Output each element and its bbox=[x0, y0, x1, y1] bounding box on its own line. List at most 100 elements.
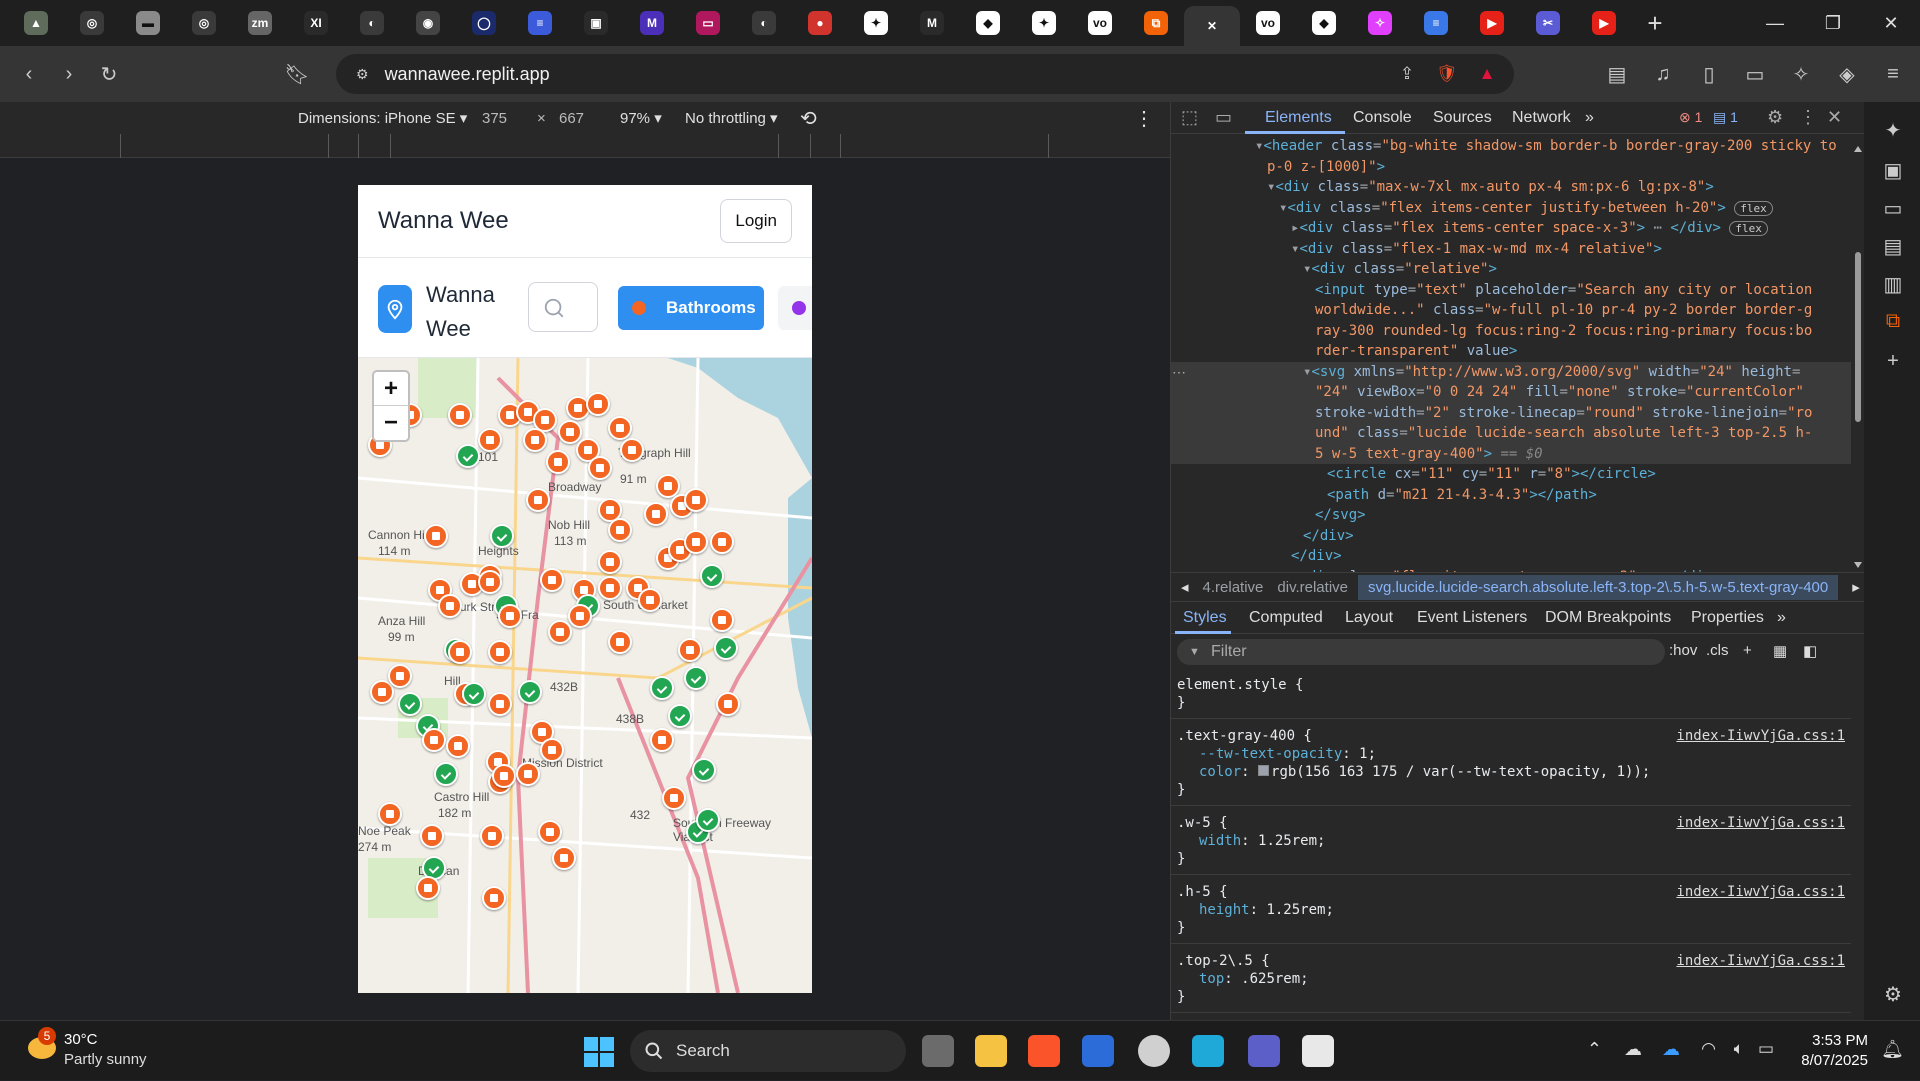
bathroom-marker[interactable] bbox=[684, 488, 708, 512]
browser-tab[interactable]: XI bbox=[288, 0, 344, 46]
talk-icon[interactable]: ▣ bbox=[1880, 158, 1906, 184]
dom-node-line[interactable]: und" class="lucide lucide-search absolut… bbox=[1171, 423, 1851, 444]
bathroom-marker[interactable] bbox=[588, 456, 612, 480]
zoom-select[interactable]: 97% ▾ bbox=[620, 109, 662, 127]
hover-state-toggle[interactable]: :hov bbox=[1669, 642, 1697, 659]
brave-icon[interactable] bbox=[1028, 1035, 1060, 1067]
add-panel-icon[interactable]: + bbox=[1880, 350, 1906, 376]
verified-marker[interactable] bbox=[714, 636, 738, 660]
vpn-icon[interactable]: ◈ bbox=[1828, 55, 1866, 93]
bathroom-marker[interactable] bbox=[662, 786, 686, 810]
bathroom-marker[interactable] bbox=[608, 416, 632, 440]
browser-tab[interactable]: zm bbox=[232, 0, 288, 46]
leo-icon[interactable]: ✧ bbox=[1782, 55, 1820, 93]
dom-node-line[interactable]: p-0 z-[1000]"> bbox=[1171, 157, 1851, 178]
more-tabs-icon[interactable]: » bbox=[1585, 109, 1594, 127]
task-view-icon[interactable] bbox=[922, 1035, 954, 1067]
cloud-icon[interactable]: ☁ bbox=[1624, 1039, 1642, 1060]
css-source-link[interactable]: index-IiwvYjGa.css:1 bbox=[1676, 883, 1845, 901]
tab-computed[interactable]: Computed bbox=[1249, 609, 1323, 627]
bathroom-marker[interactable] bbox=[446, 734, 470, 758]
tab-dom-breakpoints[interactable]: DOM Breakpoints bbox=[1545, 609, 1671, 627]
bathroom-marker[interactable] bbox=[638, 588, 662, 612]
bathroom-marker[interactable] bbox=[598, 550, 622, 574]
bathroom-marker[interactable] bbox=[523, 428, 547, 452]
clock[interactable]: 3:53 PM 8/07/2025 bbox=[1801, 1031, 1868, 1071]
bathroom-marker[interactable] bbox=[488, 640, 512, 664]
dom-node-line[interactable]: ▾<div class="relative"> bbox=[1171, 259, 1851, 280]
panel-settings-icon[interactable]: ⚙ bbox=[1880, 982, 1906, 1008]
browser-tab[interactable]: ▭ bbox=[680, 0, 736, 46]
close-devtools-icon[interactable]: ✕ bbox=[1827, 107, 1842, 128]
wifi-icon[interactable]: ◠ bbox=[1701, 1039, 1716, 1059]
css-declaration[interactable]: color: rgb(156 163 175 / var(--tw-text-o… bbox=[1177, 763, 1845, 781]
css-rule[interactable]: .top-2\.5 {index-IiwvYjGa.css:1 top: .625… bbox=[1171, 944, 1851, 1013]
devtools-menu-icon[interactable]: ⋮ bbox=[1799, 107, 1817, 128]
browser-tab[interactable]: ◎ bbox=[64, 0, 120, 46]
bathroom-marker[interactable] bbox=[438, 594, 462, 618]
category-next-button[interactable] bbox=[778, 286, 812, 330]
bathroom-marker[interactable] bbox=[478, 428, 502, 452]
css-rule[interactable]: .left-3 {index-IiwvYjGa.css:1 bbox=[1171, 1013, 1851, 1020]
browser-tab[interactable]: ▶ bbox=[1464, 0, 1520, 46]
reload-icon[interactable]: ↻ bbox=[90, 55, 128, 93]
browser-tab[interactable]: ◯ bbox=[456, 0, 512, 46]
file-explorer-icon[interactable] bbox=[975, 1035, 1007, 1067]
dom-node-line[interactable]: ▾<svg xmlns="http://www.w3.org/2000/svg"… bbox=[1171, 361, 1851, 382]
dom-node-line[interactable]: </div> bbox=[1171, 546, 1851, 567]
breadcrumb-current[interactable]: svg.lucide.lucide-search.absolute.left-3… bbox=[1358, 574, 1839, 600]
category-bathrooms-button[interactable]: Bathrooms bbox=[618, 286, 764, 330]
login-button[interactable]: Login bbox=[720, 199, 792, 243]
dom-node-line[interactable]: ▾<div class="max-w-7xl mx-auto px-4 sm:p… bbox=[1171, 177, 1851, 198]
bathroom-marker[interactable] bbox=[538, 820, 562, 844]
error-badge[interactable]: ⊗ 1 bbox=[1679, 109, 1702, 126]
device-dimensions-select[interactable]: Dimensions: iPhone SE ▾ bbox=[298, 109, 467, 127]
breadcrumb-back-icon[interactable]: ◂ bbox=[1181, 578, 1189, 596]
dom-node-line[interactable]: </div> bbox=[1171, 526, 1851, 547]
bathroom-marker[interactable] bbox=[516, 762, 540, 786]
more-styles-tabs-icon[interactable]: » bbox=[1777, 609, 1786, 627]
bathroom-marker[interactable] bbox=[378, 802, 402, 826]
browser-tab[interactable]: ▬ bbox=[120, 0, 176, 46]
tab-network[interactable]: Network bbox=[1512, 109, 1571, 127]
minimize-icon[interactable]: — bbox=[1746, 0, 1804, 46]
dom-node-line[interactable]: ray-300 rounded-lg focus:ring-2 focus:ri… bbox=[1171, 321, 1851, 342]
browser-tab[interactable]: ◐ bbox=[736, 0, 792, 46]
brave-shield-icon[interactable]: 🛡︎ bbox=[1434, 61, 1460, 87]
bathroom-marker[interactable] bbox=[448, 403, 472, 427]
store-icon[interactable] bbox=[1082, 1035, 1114, 1067]
address-bar[interactable]: ⚙ wannawee.replit.app ⇪ 🛡︎ ▲ bbox=[336, 54, 1514, 94]
site-settings-icon[interactable]: ⚙ bbox=[356, 66, 369, 83]
bathroom-marker[interactable] bbox=[498, 604, 522, 628]
back-icon[interactable]: ‹ bbox=[10, 55, 48, 93]
throttling-select[interactable]: No throttling ▾ bbox=[685, 109, 778, 127]
browser-tab[interactable]: ✕ bbox=[1184, 6, 1240, 46]
new-rule-icon[interactable]: + bbox=[1743, 642, 1752, 659]
bathroom-marker[interactable] bbox=[480, 824, 504, 848]
browser-tab[interactable]: ▲ bbox=[8, 0, 64, 46]
map[interactable]: Cannon Hill 114 m Nob Hill 113 m Broadway Anz… bbox=[358, 358, 812, 993]
notification-icon[interactable]: 🔔︎ bbox=[1881, 1039, 1904, 1060]
browser-tab[interactable]: ✦ bbox=[1016, 0, 1072, 46]
browser-tab[interactable]: vo bbox=[1240, 0, 1296, 46]
brave-rewards-icon[interactable]: ▲ bbox=[1474, 61, 1500, 87]
bathroom-marker[interactable] bbox=[644, 502, 668, 526]
browser-tab[interactable]: M bbox=[624, 0, 680, 46]
dom-node-line[interactable]: ▾<header class="bg-white shadow-sm borde… bbox=[1171, 136, 1851, 157]
verified-marker[interactable] bbox=[518, 680, 542, 704]
device-toggle-icon[interactable]: ▭ bbox=[1215, 107, 1232, 128]
bathroom-marker[interactable] bbox=[388, 664, 412, 688]
breadcrumb-item[interactable]: 4.relative bbox=[1203, 579, 1264, 596]
reading-list-icon[interactable]: ▤ bbox=[1880, 234, 1906, 260]
dom-node-line[interactable]: worldwide..." class="w-full pl-10 pr-4 p… bbox=[1171, 300, 1851, 321]
bathroom-marker[interactable] bbox=[710, 530, 734, 554]
tab-console[interactable]: Console bbox=[1353, 109, 1412, 127]
battery-icon[interactable]: ▭ bbox=[1758, 1039, 1774, 1059]
browser-tab[interactable]: ◐ bbox=[344, 0, 400, 46]
css-source-link[interactable]: index-IiwvYjGa.css:1 bbox=[1676, 727, 1845, 745]
browser-tab[interactable]: ▣ bbox=[568, 0, 624, 46]
message-badge[interactable]: ▤ 1 bbox=[1713, 109, 1738, 126]
css-declaration[interactable]: width: 1.25rem; bbox=[1177, 832, 1845, 850]
bathroom-marker[interactable] bbox=[678, 638, 702, 662]
css-declaration[interactable]: top: .625rem; bbox=[1177, 970, 1845, 988]
